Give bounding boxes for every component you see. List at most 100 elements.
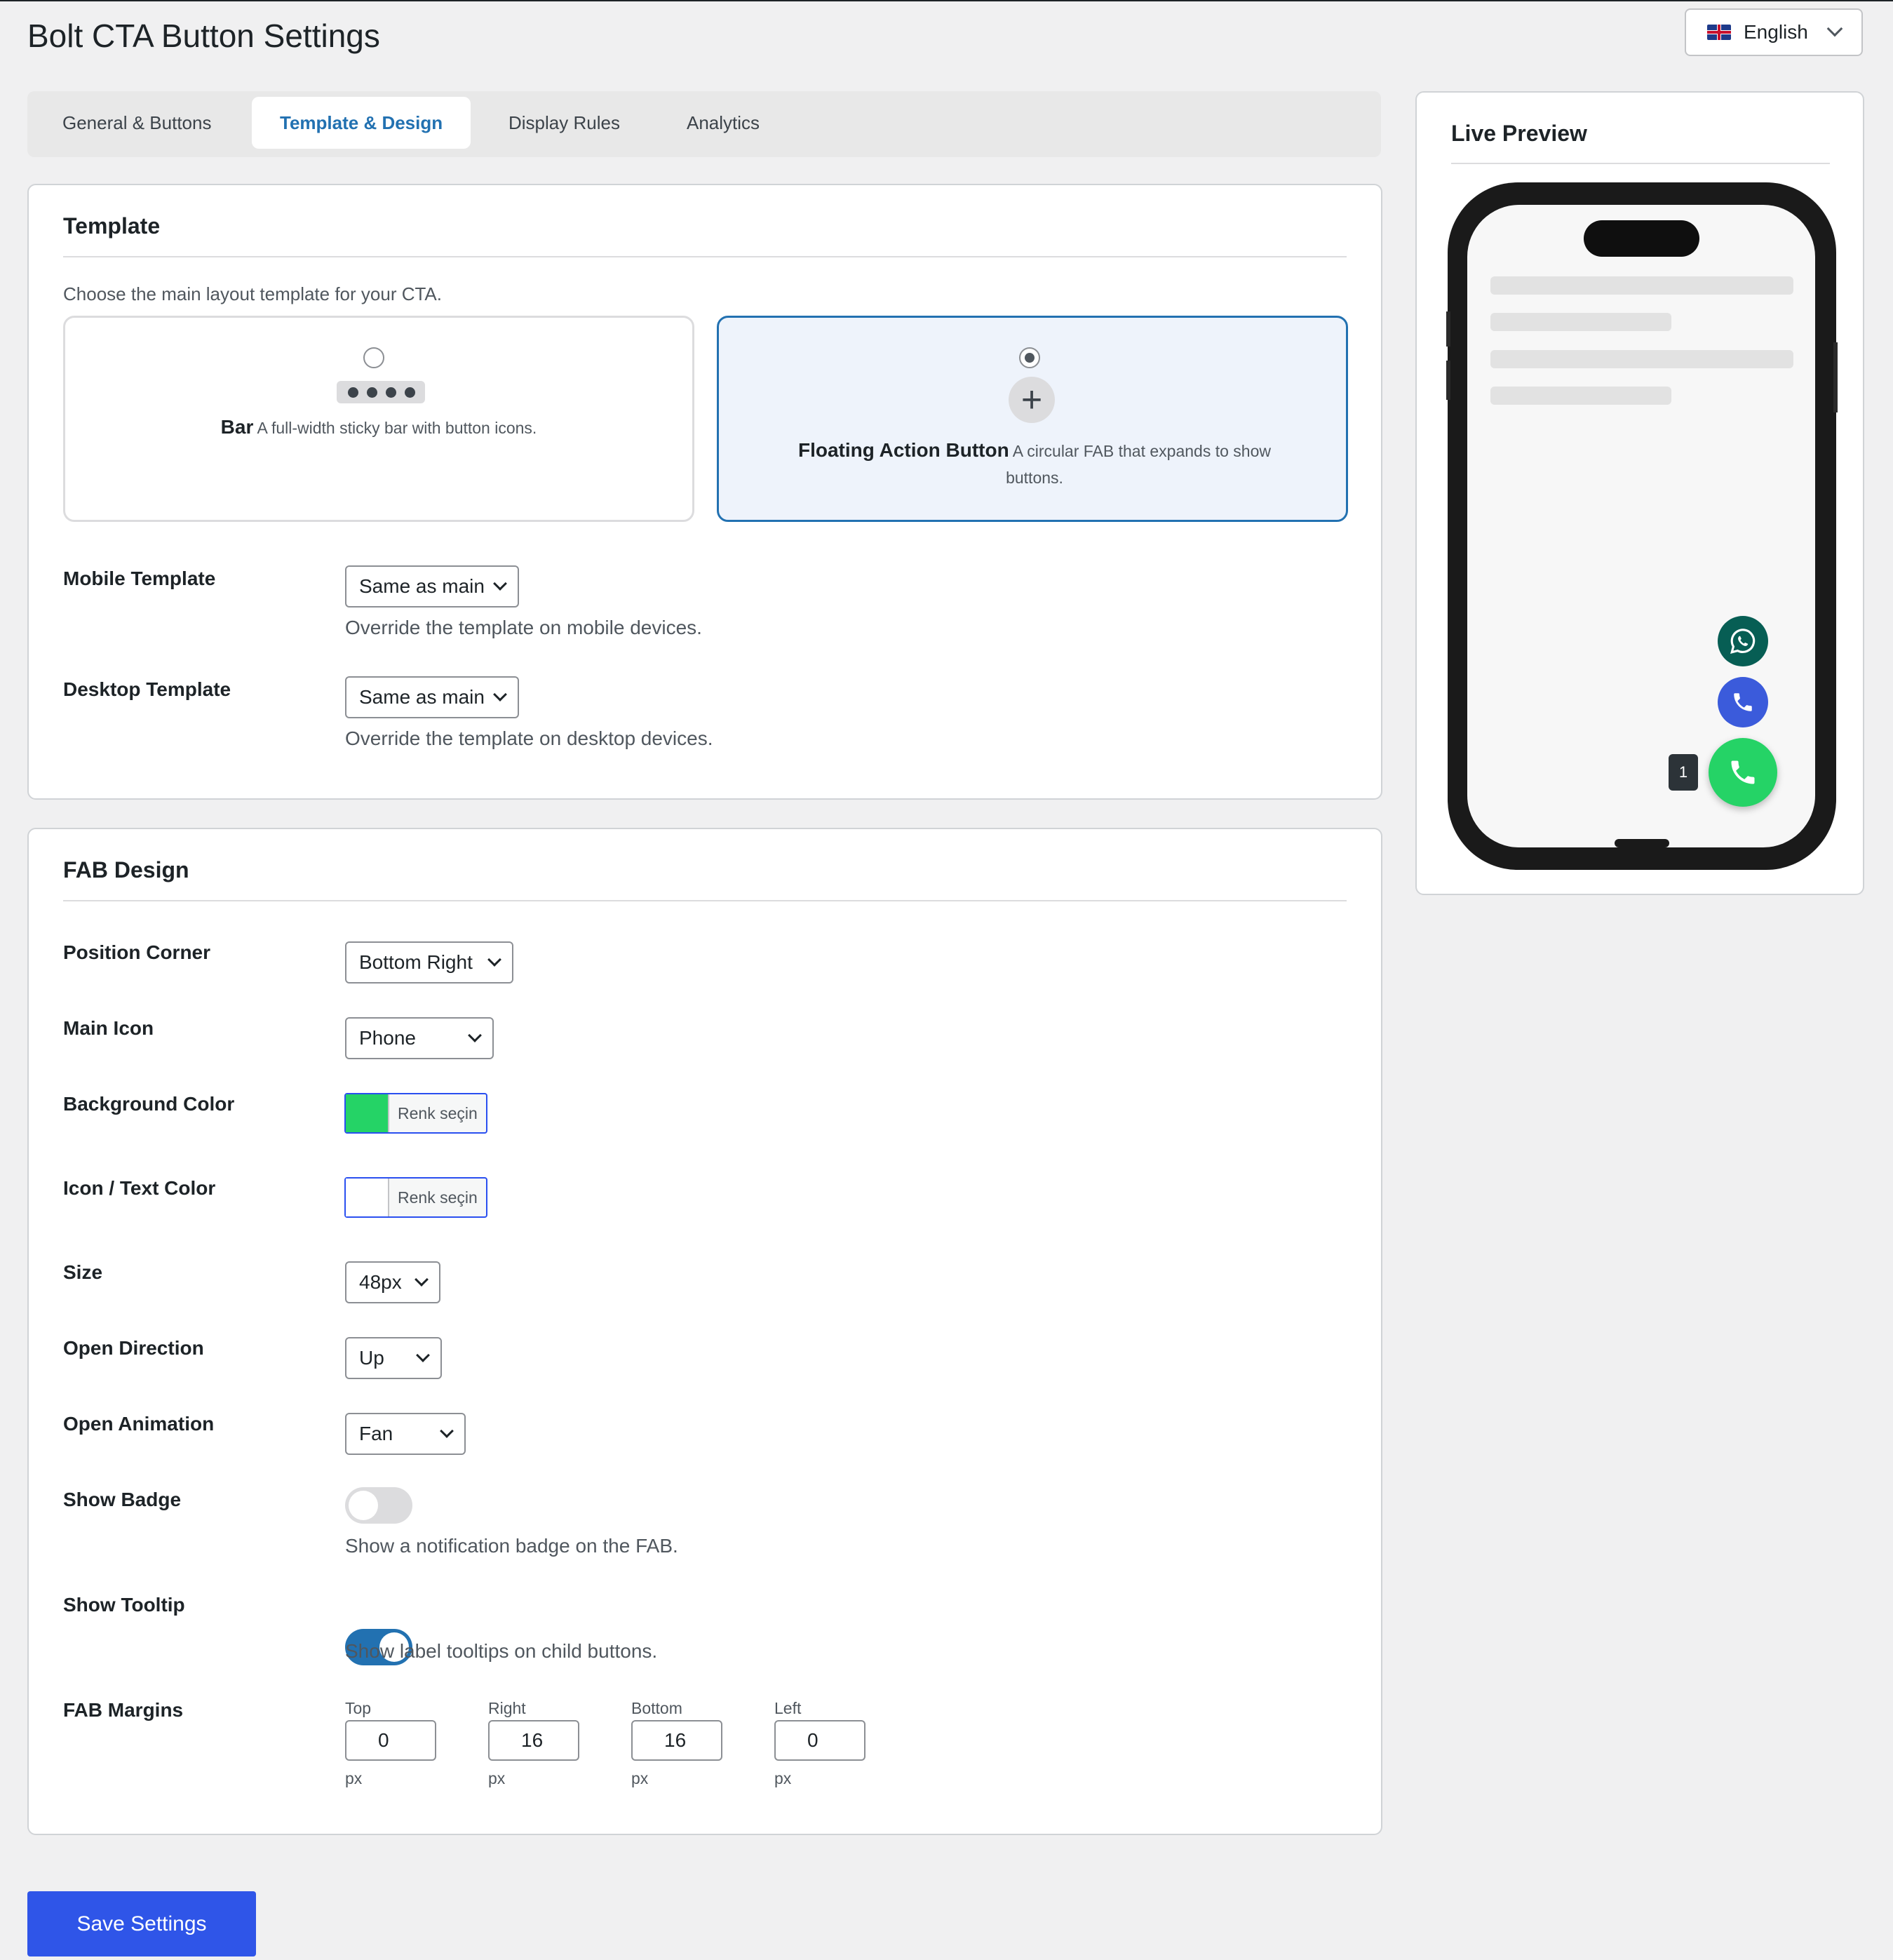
icon-text-color-label: Icon / Text Color <box>63 1177 216 1199</box>
template-description: Choose the main layout template for your… <box>63 283 442 304</box>
skeleton-line <box>1490 313 1671 331</box>
open-direction-value: Up <box>359 1347 384 1369</box>
main-icon-select[interactable]: Phone <box>345 1017 494 1059</box>
margin-right-unit: px <box>488 1769 506 1787</box>
position-corner-value: Bottom Right <box>359 951 473 973</box>
open-animation-label: Open Animation <box>63 1413 215 1435</box>
margin-left-label: Left <box>774 1699 802 1717</box>
margin-top-unit: px <box>345 1769 363 1787</box>
bar-option-description: A full-width sticky bar with button icon… <box>257 419 537 437</box>
tab-general-buttons[interactable]: General & Buttons <box>34 97 239 149</box>
show-tooltip-label: Show Tooltip <box>63 1594 185 1616</box>
live-preview-title: Live Preview <box>1451 121 1587 146</box>
whatsapp-icon <box>1730 629 1756 654</box>
save-settings-button[interactable]: Save Settings <box>27 1891 256 1956</box>
plus-icon: + <box>1009 377 1055 423</box>
phone-side-button <box>1833 342 1838 412</box>
template-option-fab[interactable]: + Floating Action Button A circular FAB … <box>717 316 1348 522</box>
phone-icon <box>1731 760 1755 784</box>
margin-left-input[interactable]: 0 <box>774 1720 865 1761</box>
show-tooltip-help: Show label tooltips on child buttons. <box>345 1640 658 1662</box>
preview-main-fab[interactable] <box>1709 738 1777 807</box>
preview-call-button[interactable] <box>1718 677 1768 727</box>
chevron-down-icon <box>493 577 507 591</box>
fab-option-description: A circular FAB that expands to show butt… <box>1006 442 1271 487</box>
template-option-bar[interactable]: Bar A full-width sticky bar with button … <box>63 316 694 522</box>
divider <box>63 900 1347 901</box>
language-selector[interactable]: English <box>1685 8 1863 56</box>
skeleton-line <box>1490 387 1671 405</box>
position-corner-select[interactable]: Bottom Right <box>345 941 513 984</box>
margin-top-input[interactable]: 0 <box>345 1720 436 1761</box>
divider <box>1451 163 1830 164</box>
open-direction-select[interactable]: Up <box>345 1337 442 1379</box>
size-select[interactable]: 48px <box>345 1261 440 1303</box>
chevron-down-icon <box>487 953 501 967</box>
background-color-label: Background Color <box>63 1093 235 1115</box>
mobile-template-value: Same as main <box>359 575 485 597</box>
fab-design-title: FAB Design <box>63 857 189 882</box>
radio-fab[interactable] <box>1019 347 1040 368</box>
open-direction-label: Open Direction <box>63 1337 204 1359</box>
skeleton-line <box>1490 350 1793 368</box>
template-card-title: Template <box>63 213 161 239</box>
page-title: Bolt CTA Button Settings <box>27 18 380 54</box>
dynamic-island <box>1584 220 1699 257</box>
margin-bottom-input[interactable]: 16 <box>631 1720 722 1761</box>
tab-template-design[interactable]: Template & Design <box>252 97 471 149</box>
template-card: Template Choose the main layout template… <box>27 184 1382 800</box>
open-animation-select[interactable]: Fan <box>345 1413 466 1455</box>
chevron-down-icon <box>468 1028 482 1042</box>
margin-right-input[interactable]: 16 <box>488 1720 579 1761</box>
margin-bottom-unit: px <box>631 1769 649 1787</box>
chevron-down-icon <box>440 1424 454 1438</box>
size-value: 48px <box>359 1271 402 1293</box>
phone-icon <box>1734 693 1752 711</box>
position-corner-label: Position Corner <box>63 941 211 963</box>
language-label: English <box>1744 21 1808 43</box>
background-color-swatch <box>346 1094 389 1132</box>
margin-bottom-label: Bottom <box>631 1699 682 1717</box>
chevron-down-icon <box>415 1273 429 1287</box>
desktop-template-value: Same as main <box>359 686 485 708</box>
phone-home-indicator <box>1615 839 1669 847</box>
mobile-template-label: Mobile Template <box>63 568 216 589</box>
mobile-template-select[interactable]: Same as main <box>345 565 519 608</box>
icon-text-color-picker[interactable]: Renk seçin <box>344 1177 487 1218</box>
divider <box>63 256 1347 257</box>
bar-template-icon <box>337 381 425 403</box>
open-animation-value: Fan <box>359 1423 393 1444</box>
mobile-template-help: Override the template on mobile devices. <box>345 617 702 638</box>
show-badge-label: Show Badge <box>63 1489 182 1510</box>
margin-top-label: Top <box>345 1699 372 1717</box>
icon-text-color-swatch <box>346 1179 389 1216</box>
fab-margins-label: FAB Margins <box>63 1699 184 1721</box>
phone-side-button <box>1446 311 1450 347</box>
show-badge-toggle[interactable] <box>345 1487 412 1524</box>
fab-option-name: Floating Action Button <box>798 439 1009 461</box>
icon-text-color-button-label: Renk seçin <box>398 1188 478 1207</box>
uk-flag-icon <box>1707 25 1731 40</box>
tab-bar: General & Buttons Template & Design Disp… <box>27 91 1381 157</box>
fab-design-card: FAB Design Position Corner Bottom Right … <box>27 828 1382 1835</box>
desktop-template-select[interactable]: Same as main <box>345 676 519 718</box>
radio-bar[interactable] <box>363 347 384 368</box>
skeleton-line <box>1490 276 1793 295</box>
show-badge-help: Show a notification badge on the FAB. <box>345 1535 678 1557</box>
tab-analytics[interactable]: Analytics <box>659 97 788 149</box>
chevron-down-icon <box>493 687 507 702</box>
phone-side-button <box>1446 361 1450 400</box>
tab-display-rules[interactable]: Display Rules <box>480 97 648 149</box>
desktop-template-label: Desktop Template <box>63 678 231 700</box>
margin-left-unit: px <box>774 1769 792 1787</box>
main-icon-label: Main Icon <box>63 1017 154 1039</box>
chevron-down-icon <box>1826 20 1843 37</box>
background-color-picker[interactable]: Renk seçin <box>344 1093 487 1134</box>
preview-whatsapp-button[interactable] <box>1718 616 1768 666</box>
margin-right-label: Right <box>488 1699 526 1717</box>
main-icon-value: Phone <box>359 1027 416 1049</box>
bar-option-name: Bar <box>220 416 254 438</box>
preview-badge: 1 <box>1669 754 1698 791</box>
desktop-template-help: Override the template on desktop devices… <box>345 727 713 749</box>
size-label: Size <box>63 1261 103 1283</box>
